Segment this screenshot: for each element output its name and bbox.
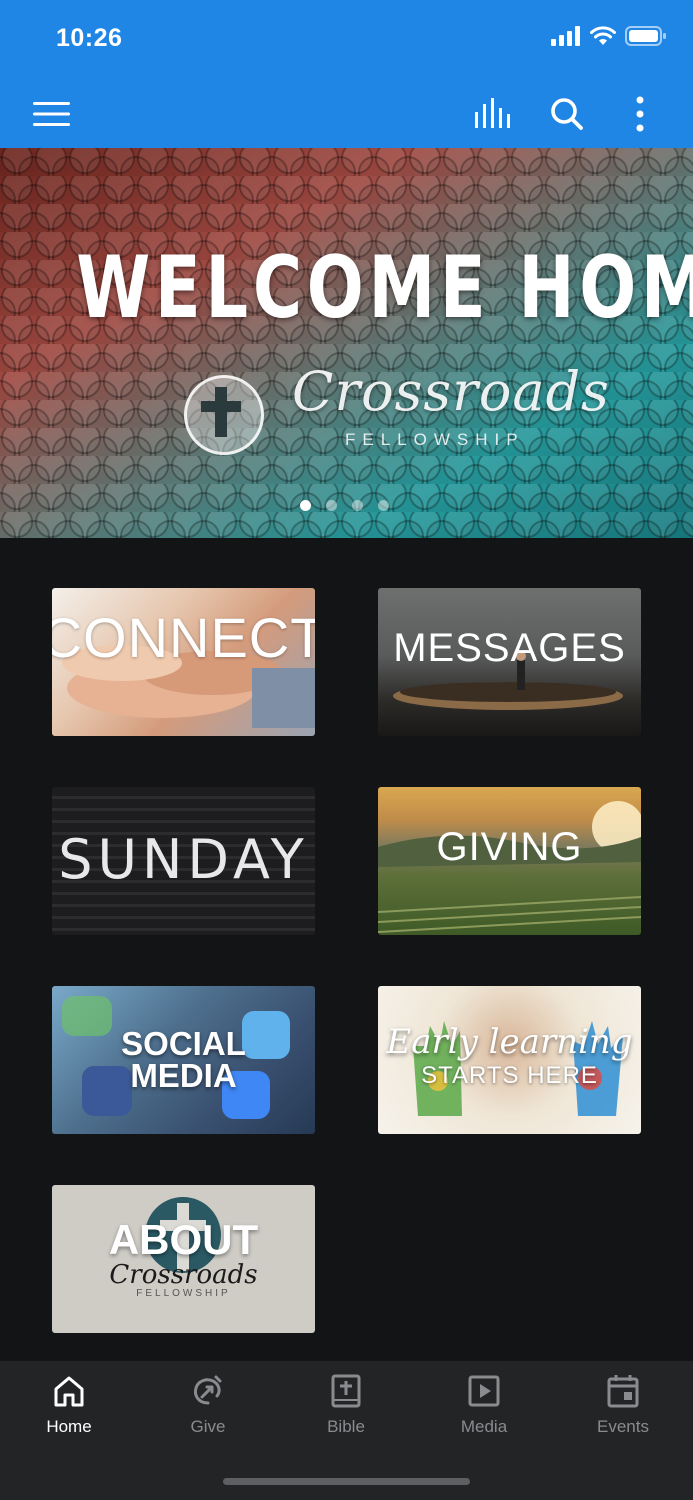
tile-label-social: SOCIAL	[121, 1025, 246, 1062]
search-icon	[551, 98, 583, 130]
tile-label-early: Early learning	[386, 1022, 633, 1062]
status-icons	[551, 26, 667, 46]
cross-icon	[201, 387, 241, 437]
hero-brand-sub: FELLOWSHIP	[345, 430, 525, 449]
tile-sunday[interactable]: SUNDAY	[52, 787, 315, 935]
bible-icon	[331, 1374, 361, 1408]
tile-social-media[interactable]: SOCIAL MEDIA	[52, 986, 315, 1134]
nav-bible[interactable]: Bible	[291, 1373, 401, 1437]
nav-give[interactable]: Give	[153, 1373, 263, 1437]
carousel-dot[interactable]	[326, 500, 337, 511]
tile-label-about-group: ABOUT Crossroads FELLOWSHIP	[108, 1215, 259, 1299]
calendar-icon	[607, 1375, 639, 1408]
tile-early-learning[interactable]: Early learning STARTS HERE	[378, 986, 641, 1134]
tile-label-early-learning: Early learning STARTS HERE	[386, 1022, 632, 1090]
hero-brand: Crossroads	[292, 360, 610, 423]
battery-icon	[625, 26, 666, 46]
nav-label-home: Home	[46, 1417, 92, 1436]
hero-title: WELCOME HOME	[76, 238, 693, 338]
carousel-dot[interactable]	[352, 500, 363, 511]
media-play-icon	[468, 1375, 500, 1407]
tile-label-social-media: SOCIAL MEDIA	[121, 1025, 246, 1094]
home-indicator	[223, 1478, 470, 1485]
tile-label-messages: MESSAGES	[393, 625, 626, 670]
search-button[interactable]	[543, 92, 591, 136]
nav-label-bible: Bible	[327, 1417, 365, 1436]
bar-chart-icon	[475, 98, 510, 128]
carousel-dots	[300, 500, 389, 511]
app-bar	[0, 80, 693, 148]
wifi-icon	[590, 26, 616, 45]
menu-button[interactable]	[28, 94, 76, 134]
carousel-dot[interactable]	[378, 500, 389, 511]
status-bar: 10:26	[0, 0, 693, 80]
tile-label-giving: GIVING	[436, 824, 583, 869]
hero-background-image	[0, 148, 693, 538]
give-icon	[194, 1375, 222, 1405]
nav-label-events: Events	[597, 1417, 649, 1436]
nav-home[interactable]: Home	[14, 1373, 124, 1437]
crossroads-logo	[184, 375, 264, 455]
tile-connect[interactable]: CONNECT	[52, 588, 315, 736]
hero-carousel[interactable]: WELCOME HOME Crossroads FELLOWSHIP	[0, 148, 693, 538]
tile-about-brand: Crossroads	[109, 1259, 258, 1290]
tile-label-starts-here: STARTS HERE	[421, 1062, 598, 1089]
tile-messages[interactable]: MESSAGES	[378, 588, 641, 736]
audio-button[interactable]	[468, 92, 518, 136]
home-icon	[54, 1376, 84, 1407]
more-vertical-icon	[636, 96, 644, 132]
hamburger-menu-icon	[33, 102, 70, 126]
tile-label-about: ABOUT	[108, 1215, 259, 1263]
nav-label-media: Media	[460, 1417, 508, 1436]
nav-events[interactable]: Events	[568, 1373, 678, 1437]
carousel-dot-active[interactable]	[300, 500, 311, 511]
tile-label-sunday: SUNDAY	[58, 827, 309, 891]
more-options-button[interactable]	[620, 90, 660, 138]
cellular-signal-icon	[551, 26, 580, 46]
tile-giving[interactable]: GIVING	[378, 787, 641, 935]
nav-media[interactable]: Media	[429, 1373, 539, 1437]
nav-label-give: Give	[190, 1417, 226, 1436]
tile-label-media: MEDIA	[130, 1057, 237, 1094]
status-time: 10:26	[56, 24, 123, 52]
tile-about[interactable]: ABOUT Crossroads FELLOWSHIP	[52, 1185, 315, 1333]
tile-label-connect: CONNECT	[52, 605, 315, 669]
